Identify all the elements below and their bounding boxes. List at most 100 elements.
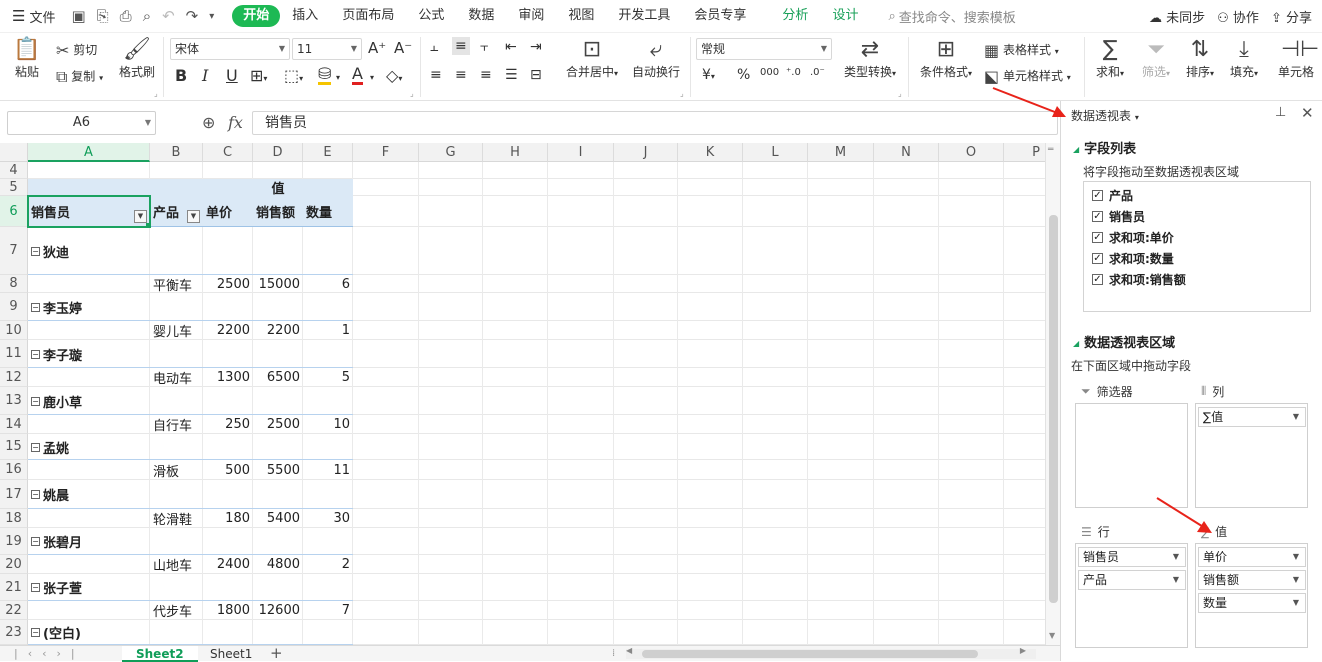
pivot-price-cell[interactable]: 180 [206,509,250,528]
align-middle-icon[interactable]: ≡ [452,37,470,55]
column-header[interactable]: C [203,143,253,162]
checkbox-checked-icon[interactable]: ✓ [1092,232,1103,243]
pivot-product-cell[interactable]: 婴儿车 [153,321,200,340]
pivot-sales-cell[interactable]: 15000 [256,275,300,293]
collapse-minus-icon[interactable]: − [31,349,40,359]
pivot-row-group[interactable]: − 狄迪 [31,227,147,275]
column-header[interactable]: K [678,143,743,162]
column-header[interactable]: J [614,143,678,162]
row-header[interactable]: 11 [0,340,28,368]
pivot-sales-cell[interactable]: 4800 [256,555,300,574]
collapse-minus-icon[interactable]: − [31,442,40,452]
function-icon[interactable]: fx [228,113,243,132]
paste-button[interactable]: 📋 粘贴 [10,37,44,80]
align-top-icon[interactable]: ⫠ [430,39,438,55]
font-name-select[interactable]: 宋体 ▼ [170,38,290,60]
column-header[interactable]: G [419,143,483,162]
column-header[interactable]: P [1004,143,1045,162]
chevron-down-icon[interactable]: ▼ [1293,408,1299,426]
pivot-sales-cell[interactable]: 2200 [256,321,300,340]
pivot-product-cell[interactable]: 代步车 [153,601,200,620]
filter-button[interactable]: ⏷ 筛选▾ [1136,37,1176,80]
tab-insert[interactable]: 插入 [280,5,330,27]
field-item[interactable]: ✓ 求和项:销售额 [1092,271,1186,288]
value-field-pill[interactable]: 单价 ▼ [1198,547,1306,567]
pivot-qty-cell[interactable]: 10 [306,415,350,434]
pivot-price-cell[interactable]: 250 [206,415,250,434]
pivot-areas-section[interactable]: ◢ 数据透视表区域 [1073,332,1175,351]
pivot-price-cell[interactable]: 500 [206,460,250,480]
copy-button[interactable]: ⧉ 复制 ▾ [56,67,103,87]
align-right-icon[interactable]: ≡ [480,67,492,83]
thousands-icon[interactable]: 000 [760,67,779,78]
row-header[interactable]: 22 [0,601,28,620]
tab-design[interactable]: 设计 [820,5,870,27]
row-header[interactable]: 15 [0,434,28,460]
cell-button[interactable]: ⊣⊢ 单元格 [1278,37,1322,80]
pivot-qty-cell[interactable]: 30 [306,509,350,528]
pivot-row-group[interactable]: − 姚晨 [31,480,147,509]
zoom-icon[interactable]: ⊕ [202,113,215,132]
tab-splitter-icon[interactable]: ⁞ [612,646,615,662]
select-all-corner[interactable] [0,143,28,162]
align-bottom-icon[interactable]: ⫟ [480,39,488,55]
row-header[interactable]: 9 [0,293,28,321]
conditional-format-button[interactable]: ⊞ 条件格式▾ [916,37,976,80]
pivot-product-cell[interactable]: 滑板 [153,460,200,480]
pivot-row-group[interactable]: − 李子璇 [31,340,147,368]
pivot-panel-title-dropdown[interactable]: 数据透视表 ▾ [1071,107,1139,124]
checkbox-checked-icon[interactable]: ✓ [1092,211,1103,222]
fill-handle[interactable] [146,223,151,228]
print-icon[interactable]: ⎙ [120,7,132,25]
pivot-row-group[interactable]: − 张子萱 [31,574,147,601]
value-field-pill[interactable]: 销售额 ▼ [1198,570,1306,590]
format-painter-button[interactable]: 🖌 格式刷 [118,37,156,80]
field-item[interactable]: ✓ 产品 [1092,187,1133,204]
indent-increase-icon[interactable]: ⇥ [530,39,542,55]
column-header[interactable]: A [28,143,150,162]
underline-button[interactable]: U [226,66,238,85]
row-header[interactable]: 18 [0,509,28,528]
cut-button[interactable]: ✂ 剪切 [56,41,97,60]
checkbox-checked-icon[interactable]: ✓ [1092,274,1103,285]
pivot-price-cell[interactable]: 1300 [206,368,250,387]
column-header[interactable]: H [483,143,548,162]
font-color-icon[interactable]: A [352,66,363,85]
collapse-minus-icon[interactable]: − [31,583,40,592]
scroll-down-icon[interactable]: ▼ [1049,631,1055,640]
pivot-column-header[interactable]: 数量 [306,196,350,227]
row-field-pill[interactable]: 产品 ▼ [1078,570,1186,590]
sheet-tab-sheet1[interactable]: Sheet1 [196,646,266,662]
pivot-qty-cell[interactable]: 5 [306,368,350,387]
align-center-icon[interactable]: ≡ [455,67,467,83]
chevron-down-icon[interactable]: ▼ [1173,571,1179,589]
wrap-text-button[interactable]: ⤶ 自动换行 [630,37,682,80]
row-header[interactable]: 17 [0,480,28,509]
distribute-icon[interactable]: ⊟ [530,67,542,83]
clear-style-icon[interactable]: ⬚▾ [284,66,303,85]
dialog-launcher-icon[interactable]: ⌟ [898,89,902,98]
export-pdf-icon[interactable]: ⎘ [97,7,109,25]
sheet-nav-icons[interactable]: |‹‹›| [14,646,85,662]
tab-formulas[interactable]: 公式 [406,5,456,27]
column-header[interactable]: L [743,143,808,162]
collaborate-button[interactable]: ⚇ 协作 [1217,7,1259,26]
justify-icon[interactable]: ☰ [505,67,518,83]
indent-decrease-icon[interactable]: ⇤ [505,39,517,55]
split-icon[interactable]: ═ [1048,145,1053,155]
cell-style-button[interactable]: ⬕ 单元格样式 ▾ [984,67,1071,86]
row-field-pill[interactable]: 销售员 ▼ [1078,547,1186,567]
pivot-column-header[interactable]: 销售额 [256,196,300,227]
pivot-row-group[interactable]: − 鹿小草 [31,387,147,415]
row-header[interactable]: 21 [0,574,28,601]
pivot-qty-cell[interactable]: 1 [306,321,350,340]
percent-button[interactable]: % [737,67,750,83]
pivot-sales-cell[interactable]: 6500 [256,368,300,387]
row-header[interactable]: 4 [0,162,28,179]
tab-data[interactable]: 数据 [456,5,506,27]
pin-icon[interactable]: ⊥ [1275,105,1286,120]
pivot-product-cell[interactable]: 自行车 [153,415,200,434]
fill-button[interactable]: ⤓ 填充▾ [1224,37,1264,80]
pivot-price-cell[interactable]: 2500 [206,275,250,293]
share-button[interactable]: ⇪ 分享 [1271,7,1312,26]
